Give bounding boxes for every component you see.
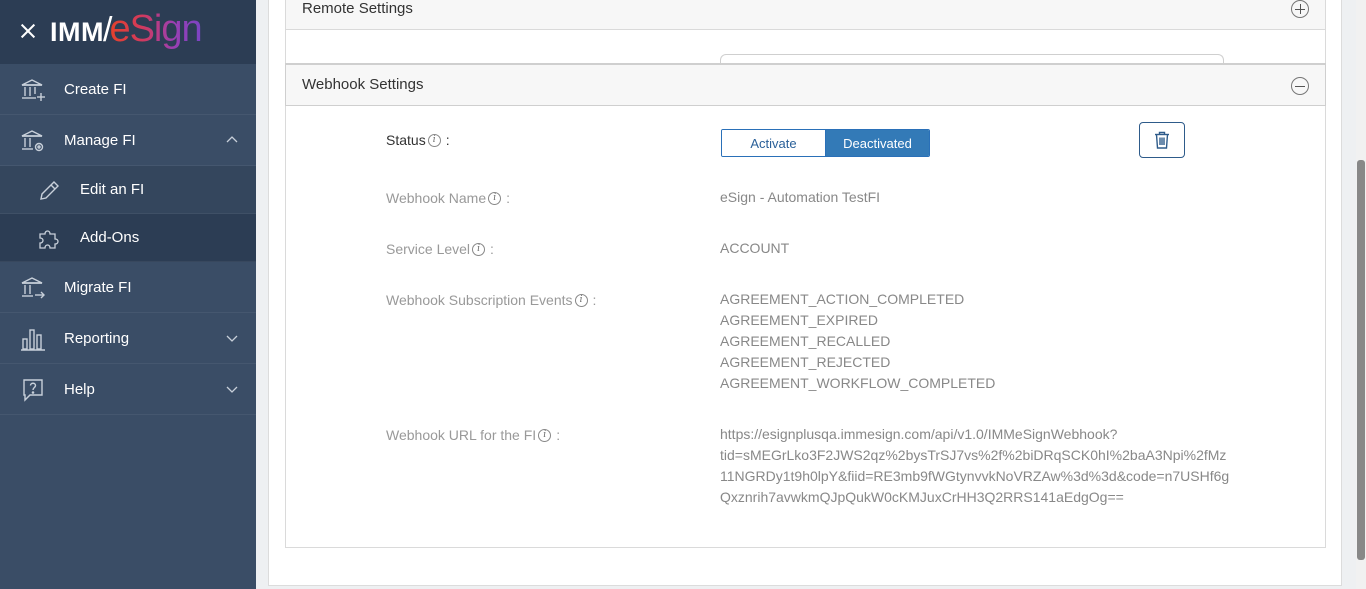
sidebar-item-label: Create FI [64,80,127,98]
webhook-settings-panel-header[interactable]: Webhook Settings [285,63,1326,106]
pencil-icon [40,181,59,200]
webhook-name-label: Webhook Name i : [386,190,510,206]
logo-imm: IMM [50,17,104,47]
status-toggle[interactable]: Activate Deactivated [721,129,930,157]
activate-button[interactable]: Activate [722,130,825,156]
list-item: AGREEMENT_ACTION_COMPLETED [720,291,965,307]
service-level-label: Service Level i : [386,241,494,257]
delete-button[interactable] [1139,122,1185,158]
url-line: tid=sMEGrLko3F2JWS2qz%2bysTrSJ7vs%2f%2bi… [720,447,1227,463]
colon: : [556,427,561,443]
colon: : [506,190,511,206]
help-bubble-icon [23,379,43,402]
sidebar-item-help[interactable]: Help [0,364,256,415]
logo-esign: eSign [109,8,202,50]
bank-add-icon [21,79,45,101]
status-label: Status i : [386,132,450,148]
colon: : [592,292,597,308]
panel-title: Webhook Settings [302,76,424,93]
sidebar-item-label: Edit an FI [80,181,145,198]
sidebar-item-label: Reporting [64,329,130,347]
deactivated-button[interactable]: Deactivated [825,130,929,156]
logo: IMM / eSign [50,8,203,51]
subscription-events-label-text: Webhook Subscription Events [386,292,573,308]
subscription-events-label: Webhook Subscription Events i : [386,292,596,308]
trash-icon [1155,131,1169,149]
list-item: AGREEMENT_WORKFLOW_COMPLETED [720,375,996,391]
webhook-url-value: https://esignplusqa.immesign.com/api/v1.… [720,424,1229,508]
webhook-name-value: eSign - Automation TestFI [720,189,881,205]
bank-settings-icon [21,130,44,152]
list-item: AGREEMENT_REJECTED [720,354,891,370]
sidebar-item-label: Migrate FI [64,278,132,296]
info-icon[interactable]: i [488,191,502,205]
webhook-url-label: Webhook URL for the FI i : [386,427,560,443]
service-level-label-text: Service Level [386,241,471,257]
expand-plus-icon[interactable] [1291,0,1309,18]
info-icon[interactable]: i [574,293,588,307]
sidebar-item-edit-fi[interactable]: Edit an FI [0,166,256,214]
scrollbar-thumb[interactable] [1357,160,1365,560]
info-icon[interactable]: i [427,133,441,147]
colon: : [490,241,494,257]
webhook-name-label-text: Webhook Name [386,190,487,206]
sidebar-item-create-fi[interactable]: Create FI [0,64,256,115]
url-line: Qxznrih7avwkmQJpQukW0cKMJuxCrHH3Q2RRS141… [720,489,1124,505]
info-icon[interactable]: i [472,242,486,256]
url-line: https://esignplusqa.immesign.com/api/v1.… [720,426,1118,442]
webhook-url-label-text: Webhook URL for the FI [386,427,537,443]
list-item: AGREEMENT_EXPIRED [720,312,878,328]
sidebar-item-reporting[interactable]: Reporting [0,313,256,364]
sidebar-item-label: Add-Ons [80,229,140,246]
sidebar-item-label: Manage FI [64,131,136,149]
sidebar-item-add-ons[interactable]: Add-Ons [0,214,256,262]
url-line: 11NGRDy1t9h0lpY&fiid=RE3mb9fWGtynvvkNoVR… [720,468,1230,484]
collapse-minus-icon[interactable] [1291,77,1309,95]
bank-migrate-icon [21,277,45,299]
panel-title: Remote Settings [302,0,413,17]
sidebar-item-label: Help [64,380,95,398]
bar-chart-icon [21,329,45,351]
subscription-events-list: AGREEMENT_ACTION_COMPLETED AGREEMENT_EXP… [720,289,995,394]
list-item: AGREEMENT_RECALLED [720,333,891,349]
service-level-value: ACCOUNT [720,240,790,256]
sidebar-item-manage-fi[interactable]: Manage FI [0,115,256,166]
puzzle-icon [39,230,59,249]
chevron-down-icon [226,386,238,393]
chevron-down-icon [226,335,238,342]
status-label-text: Status [386,132,426,148]
sidebar: IMM / eSign Create FI Manage FI Edit an … [0,0,256,589]
brand-header: IMM / eSign [0,0,256,64]
info-icon[interactable]: i [538,428,552,442]
chevron-up-icon [226,136,238,143]
sidebar-item-migrate-fi[interactable]: Migrate FI [0,262,256,313]
remote-settings-panel-header[interactable]: Remote Settings [285,0,1326,30]
close-icon[interactable] [17,20,39,42]
colon: : [445,132,450,148]
